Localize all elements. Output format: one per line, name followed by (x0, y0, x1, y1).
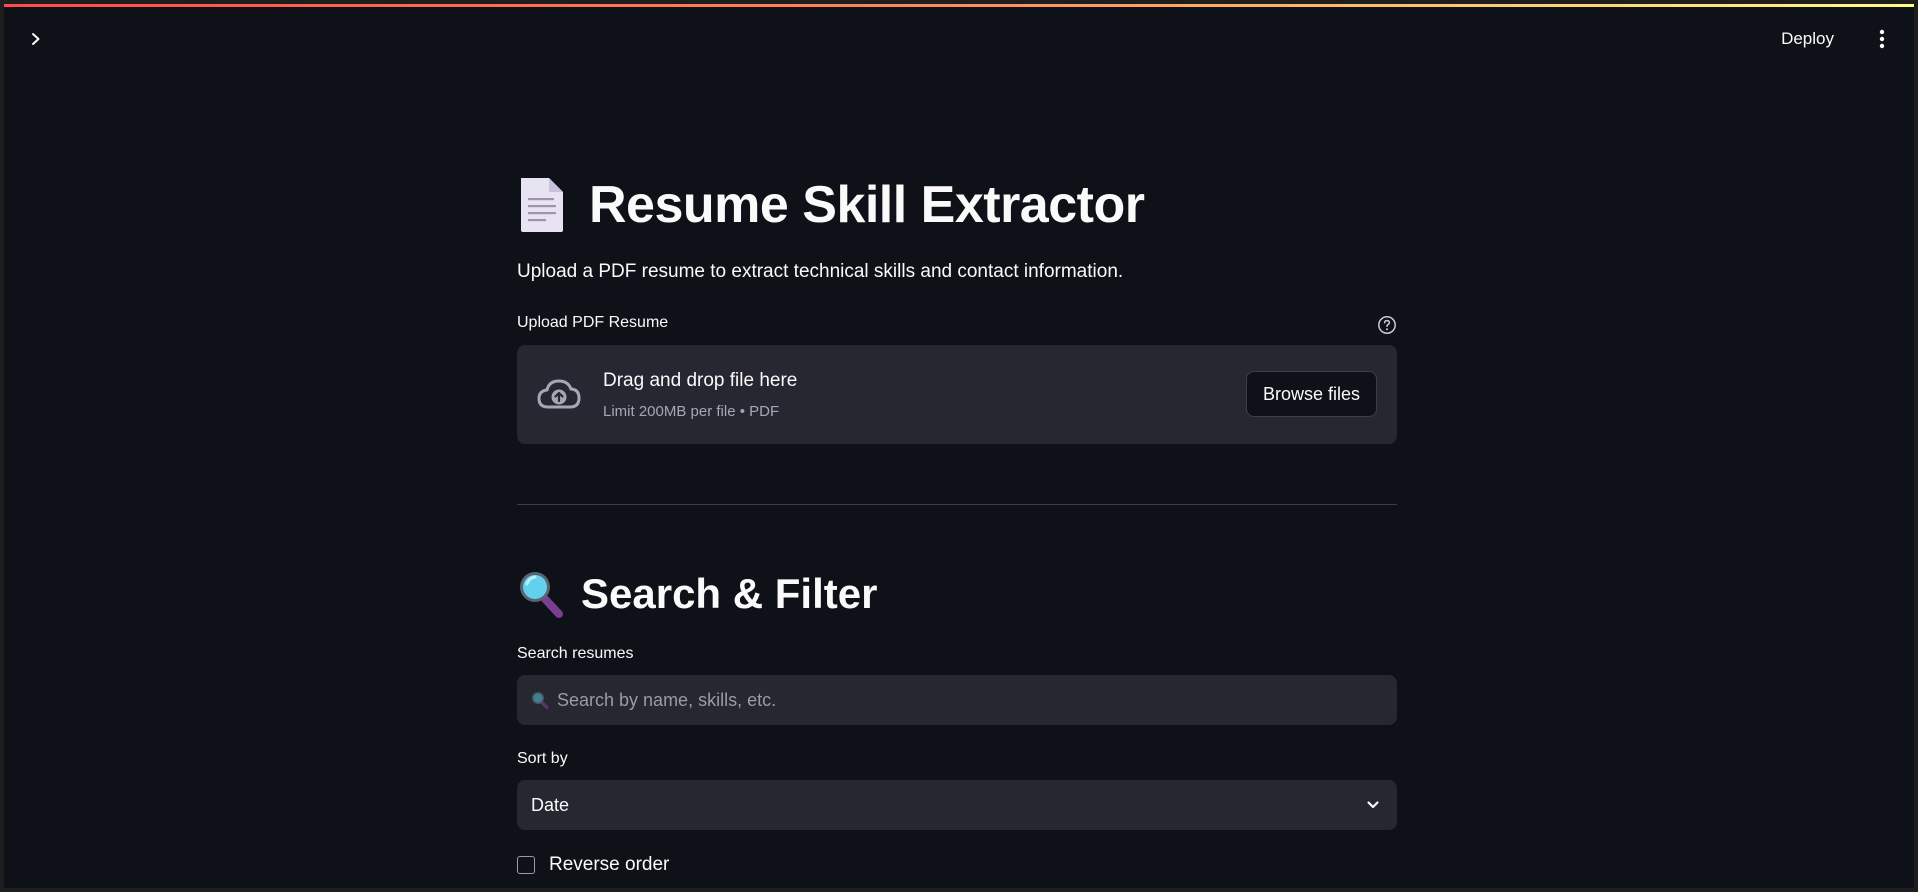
reverse-order-option[interactable]: Reverse order (517, 854, 669, 876)
reverse-order-checkbox[interactable] (517, 856, 535, 874)
sort-select-value: Date (531, 794, 570, 815)
page-title-row: Resume Skill Extractor (517, 170, 1145, 240)
search-label: Search resumes (517, 645, 634, 662)
main-menu-button[interactable] (1868, 25, 1896, 53)
chevron-right-icon (32, 33, 40, 45)
browse-files-button[interactable]: Browse files (1245, 371, 1377, 417)
magnifier-icon (520, 572, 563, 618)
deploy-button[interactable]: Deploy (1769, 25, 1846, 53)
search-section-heading-row: Search & Filter (517, 566, 877, 622)
page-subtitle: Upload a PDF resume to extract technical… (517, 261, 1124, 282)
sort-label: Sort by (517, 750, 568, 767)
search-section-heading: Search & Filter (581, 570, 878, 617)
sort-select[interactable]: Date (517, 780, 1397, 830)
section-divider (517, 504, 1397, 505)
search-box[interactable] (517, 674, 1397, 726)
search-input[interactable] (555, 674, 1397, 726)
document-icon (521, 178, 563, 232)
chevron-down-icon (1367, 801, 1379, 809)
search-icon (532, 692, 549, 709)
reverse-order-label: Reverse order (549, 854, 670, 875)
file-dropzone[interactable]: Drag and drop file here Limit 200MB per … (517, 345, 1397, 444)
uploader-label: Upload PDF Resume (517, 314, 669, 331)
sidebar-toggle-button[interactable] (22, 25, 50, 53)
question-circle-icon[interactable] (1377, 315, 1397, 335)
vertical-dots-icon (1879, 29, 1885, 49)
app-header: Deploy (4, 7, 1914, 67)
dropzone-title: Drag and drop file here (603, 370, 798, 391)
dropzone-limit-text: Limit 200MB per file • PDF (603, 403, 780, 420)
page-title: Resume Skill Extractor (589, 176, 1145, 234)
app-window: Deploy Resume Skill Extractor Upload a P… (4, 4, 1914, 888)
cloud-upload-icon (537, 379, 581, 409)
